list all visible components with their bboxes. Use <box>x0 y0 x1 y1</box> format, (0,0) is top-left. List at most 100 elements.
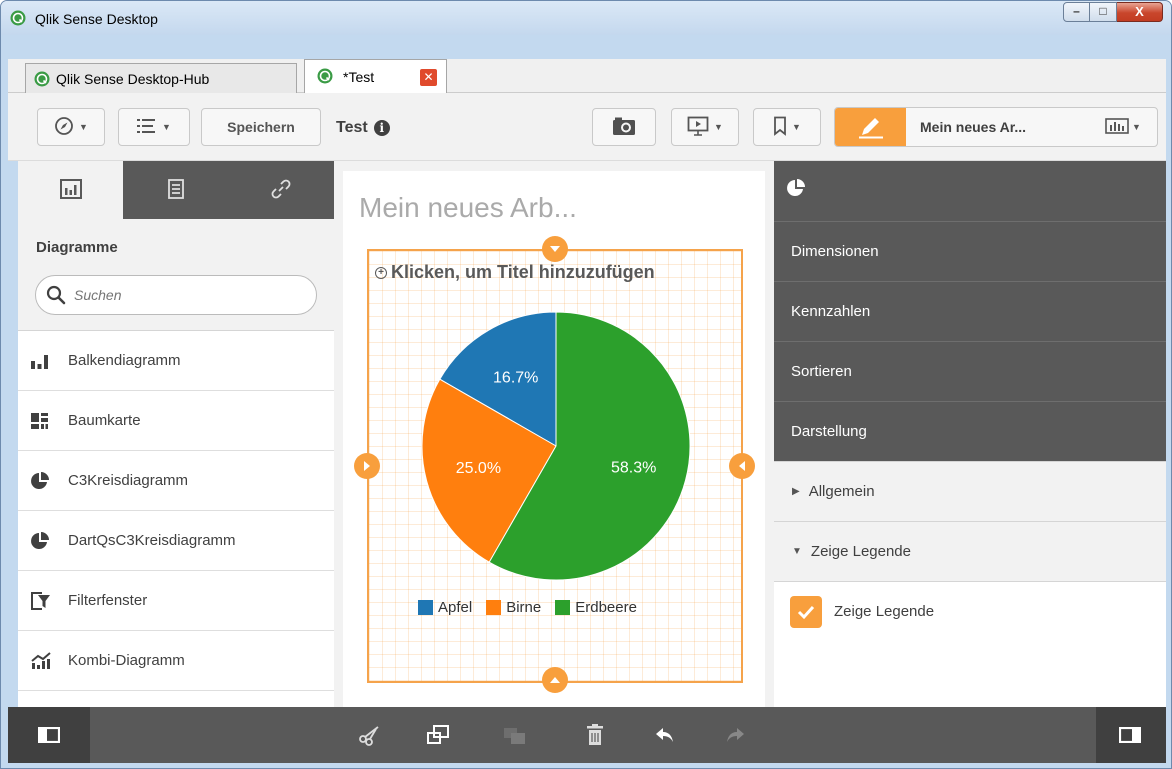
section-sortieren[interactable]: Sortieren <box>774 341 1166 401</box>
fields-icon <box>167 178 184 202</box>
close-tab-icon[interactable]: ✕ <box>420 69 437 86</box>
legend-item-apfel[interactable]: Apfel <box>418 599 472 616</box>
pie-chart-icon <box>786 178 806 201</box>
maximize-icon: □ <box>1099 4 1107 18</box>
chart-item-dartqsc3kreisdiagramm[interactable]: DartQsC3Kreisdiagramm <box>18 511 334 571</box>
copy-icon <box>427 725 449 744</box>
current-sheet-name[interactable]: Mein neues Ar... <box>920 119 1026 135</box>
resize-handle-bottom[interactable] <box>542 667 568 693</box>
paste-button[interactable] <box>502 723 528 747</box>
close-button[interactable]: X <box>1117 2 1163 22</box>
sheet-list-button[interactable]: ▼ <box>118 108 190 146</box>
list-item-label: Filterfenster <box>68 592 148 609</box>
pie-chart-icon <box>30 531 68 551</box>
charts-header: Diagramme <box>18 219 334 331</box>
legend-item-erdbeere[interactable]: Erdbeere <box>555 599 637 616</box>
legend-label: Erdbeere <box>575 599 637 616</box>
navigation-button[interactable]: ▼ <box>37 108 105 146</box>
section-darstellung[interactable]: Darstellung <box>774 401 1166 461</box>
chart-item-kombi-diagramm[interactable]: Kombi-Diagramm <box>18 631 334 691</box>
trash-icon <box>587 724 603 745</box>
section-kennzahlen[interactable]: Kennzahlen <box>774 281 1166 341</box>
search-input[interactable] <box>74 285 304 305</box>
delete-button[interactable] <box>582 723 608 747</box>
bookmark-button[interactable]: ▼ <box>753 108 821 146</box>
subsection-label: Zeige Legende <box>810 543 911 560</box>
legend-item-birne[interactable]: Birne <box>486 599 541 616</box>
section-dimensionen[interactable]: Dimensionen <box>774 221 1166 281</box>
qlik-logo-icon <box>317 68 333 87</box>
bookmark-icon <box>773 116 787 139</box>
info-icon[interactable]: i <box>373 120 390 136</box>
combo-chart-icon <box>30 651 68 671</box>
tab-hub[interactable]: Qlik Sense Desktop-Hub <box>25 63 297 93</box>
edit-button[interactable] <box>835 108 906 146</box>
tab-label: *Test <box>343 68 375 85</box>
list-item-label: Baumkarte <box>68 412 141 429</box>
paste-icon <box>504 728 525 744</box>
minimize-icon: – <box>1073 4 1080 18</box>
subsection-allgemein[interactable]: ▶ Allgemein <box>774 461 1166 521</box>
bottom-bar <box>8 707 1166 763</box>
presentation-button[interactable]: ▼ <box>671 108 739 146</box>
search-box[interactable] <box>35 275 317 315</box>
tab-fields[interactable] <box>123 161 228 219</box>
snapshot-button[interactable] <box>592 108 656 146</box>
legend-swatch <box>486 600 502 615</box>
charts-heading: Diagramme <box>36 239 118 256</box>
resize-handle-top[interactable] <box>542 236 568 262</box>
show-legend-checkbox[interactable] <box>790 595 822 628</box>
list-item-label: Balkendiagramm <box>68 352 181 369</box>
panel-right-icon <box>1119 727 1141 743</box>
viz-title-prompt: Klicken, um Titel hinzuzufügen <box>391 262 655 282</box>
undo-button[interactable] <box>652 723 678 747</box>
legend-swatch <box>555 600 571 615</box>
pencil-icon <box>835 118 906 149</box>
checkbox-label: Zeige Legende <box>834 603 935 620</box>
scissors-icon <box>359 726 379 746</box>
save-button[interactable]: Speichern <box>201 108 321 146</box>
resize-handle-left[interactable] <box>354 453 380 479</box>
chart-item-baumkarte[interactable]: Baumkarte <box>18 391 334 451</box>
redo-button[interactable] <box>722 723 748 747</box>
pie-data-label: 25.0% <box>456 460 501 477</box>
cut-button[interactable] <box>357 723 383 747</box>
chevron-up-icon <box>550 677 560 683</box>
link-icon <box>271 179 291 202</box>
chart-legend: Apfel Birne Erdbeere <box>418 599 637 616</box>
filter-pane-icon <box>30 591 68 611</box>
toggle-right-panel-button[interactable] <box>1117 723 1143 747</box>
sheet-menu-icon[interactable]: ▼ <box>1105 118 1141 136</box>
properties-header <box>774 161 1166 221</box>
window-title: Qlik Sense Desktop <box>35 11 158 27</box>
maximize-button[interactable]: □ <box>1090 2 1117 22</box>
tab-charts[interactable] <box>18 161 123 219</box>
caret-right-icon: ▶ <box>792 486 800 497</box>
legend-swatch <box>418 600 433 615</box>
subsection-zeige-legende[interactable]: ▼ Zeige Legende <box>774 521 1166 581</box>
window-controls: – □ X <box>1063 2 1163 22</box>
chevron-right-icon <box>364 461 370 471</box>
presentation-icon <box>687 116 709 139</box>
assets-tabs <box>18 161 334 219</box>
sheet-title[interactable]: Mein neues Arb... <box>359 192 577 224</box>
chart-item-filterfenster[interactable]: Filterfenster <box>18 571 334 631</box>
toggle-left-panel-button[interactable] <box>36 723 62 747</box>
edit-group: Mein neues Ar... ▼ <box>834 107 1158 147</box>
compass-icon <box>54 116 74 139</box>
subsection-label: Allgemein <box>808 483 875 500</box>
chart-item-c3kreisdiagramm[interactable]: C3Kreisdiagramm <box>18 451 334 511</box>
tab-test[interactable]: *Test ✕ <box>304 59 447 93</box>
tab-master-items[interactable] <box>228 161 333 219</box>
chevron-down-icon <box>550 246 560 252</box>
copy-button[interactable] <box>425 723 451 747</box>
toolbar: ▼ ▼ Speichern Test i ▼ ▼ Mein neues Ar..… <box>8 93 1166 161</box>
chevron-down-icon: ▼ <box>714 122 723 132</box>
resize-handle-right[interactable] <box>729 453 755 479</box>
minimize-button[interactable]: – <box>1063 2 1090 22</box>
chart-item-balkendiagramm[interactable]: Balkendiagramm <box>18 331 334 391</box>
viz-title[interactable]: + Klicken, um Titel hinzuzufügen <box>375 262 655 283</box>
pie-chart-icon <box>30 471 68 491</box>
search-icon <box>46 285 66 308</box>
pie-chart[interactable]: 16.7% 25.0% 58.3% <box>411 301 701 591</box>
